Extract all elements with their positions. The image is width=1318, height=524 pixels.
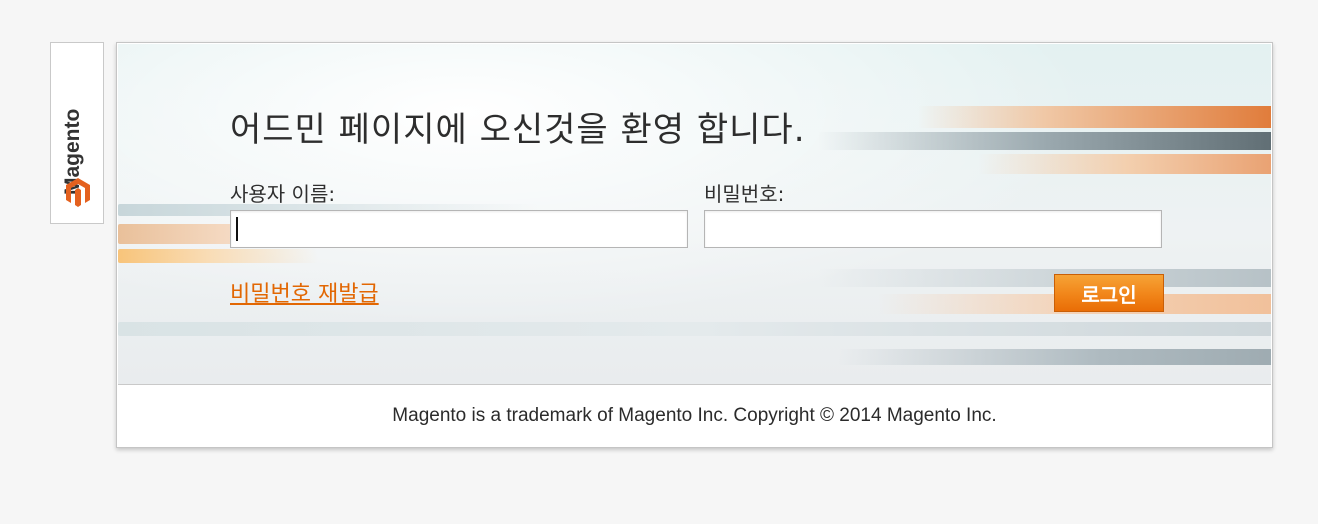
welcome-heading: 어드민 페이지에 오신것을 환영 합니다. xyxy=(230,110,806,150)
username-input[interactable] xyxy=(230,210,688,248)
login-button[interactable]: 로그인 xyxy=(1054,274,1164,312)
password-input[interactable] xyxy=(704,210,1162,248)
footer: Magento is a trademark of Magento Inc. C… xyxy=(118,384,1271,447)
username-label: 사용자 이름: xyxy=(230,182,336,206)
copyright-text: Magento is a trademark of Magento Inc. C… xyxy=(392,405,997,426)
magento-logo-icon xyxy=(66,178,90,207)
text-cursor xyxy=(236,217,238,241)
login-panel: 어드민 페이지에 오신것을 환영 합니다. 사용자 이름: 비밀번호: 비밀번호… xyxy=(116,42,1273,448)
brand-tab: Magento xyxy=(50,42,104,224)
password-label: 비밀번호: xyxy=(704,182,785,206)
login-background: 어드민 페이지에 오신것을 환영 합니다. 사용자 이름: 비밀번호: 비밀번호… xyxy=(118,44,1271,384)
forgot-password-link[interactable]: 비밀번호 재발급 xyxy=(230,276,379,308)
